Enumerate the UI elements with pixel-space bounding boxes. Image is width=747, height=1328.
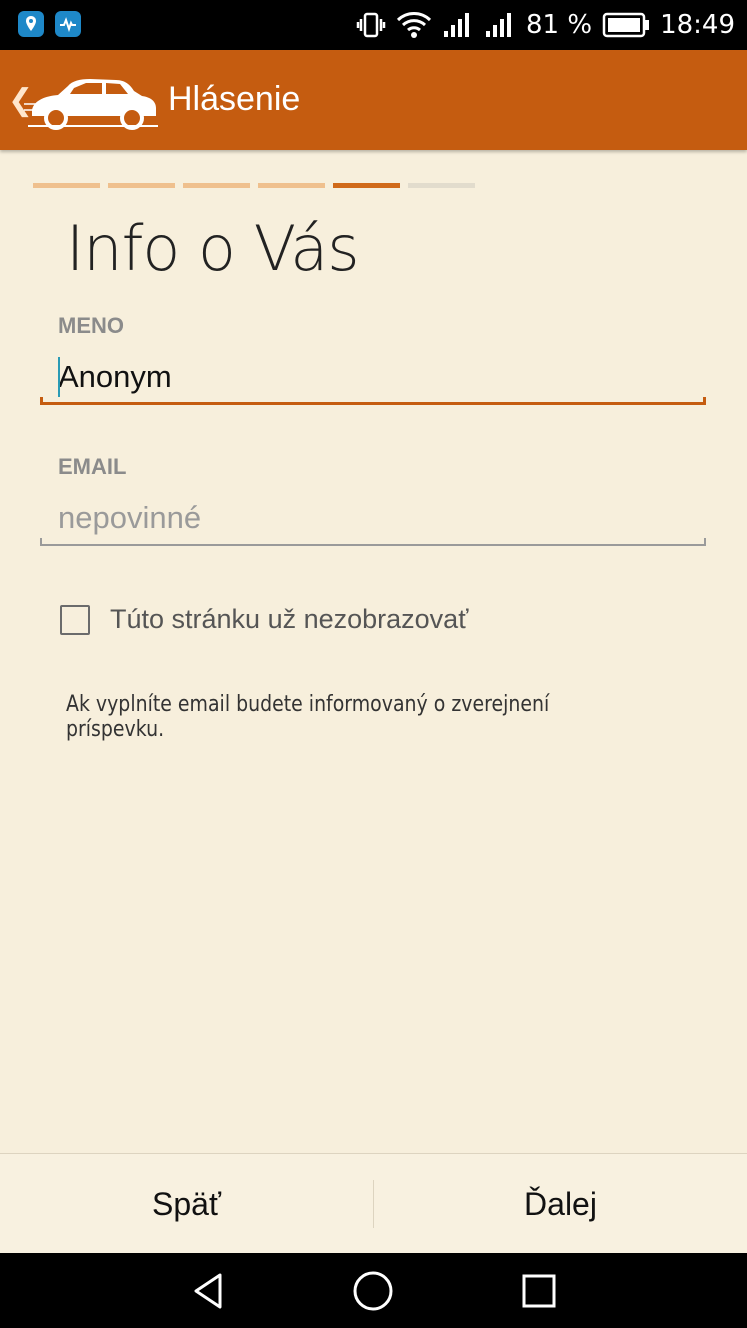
page-title: Info o Vás (66, 212, 360, 285)
signal-icon (444, 13, 469, 37)
name-input-underline (40, 397, 706, 405)
progress-step-current (333, 183, 400, 188)
progress-step (183, 183, 250, 188)
signal-icon (486, 13, 511, 37)
health-app-icon (55, 11, 81, 37)
status-bar: 81 % 18:49 (0, 0, 747, 50)
battery-icon (602, 12, 650, 38)
email-label: EMAIL (58, 454, 127, 479)
info-text: Ak vyplníte email budete informovaný o z… (66, 692, 550, 742)
back-triangle-icon[interactable] (163, 1253, 253, 1328)
clock: 18:49 (660, 10, 735, 40)
wifi-icon (396, 12, 432, 38)
home-circle-icon[interactable] (328, 1253, 418, 1328)
app-bar-title: Hlásenie (168, 80, 301, 118)
next-button[interactable]: Ďalej (374, 1154, 747, 1254)
email-input[interactable] (40, 493, 706, 543)
maps-app-icon (18, 11, 44, 37)
progress-step (408, 183, 475, 188)
bottom-actions: Späť Ďalej (0, 1153, 747, 1254)
system-nav-bar (0, 1253, 747, 1328)
recents-square-icon[interactable] (494, 1253, 584, 1328)
battery-percentage: 81 % (526, 10, 593, 40)
step-progress (33, 183, 475, 188)
text-cursor (58, 357, 60, 397)
progress-step (258, 183, 325, 188)
status-icons: 81 % 18:49 (356, 0, 735, 50)
dont-show-again-checkbox[interactable] (60, 604, 90, 635)
name-input[interactable] (40, 352, 706, 402)
dont-show-again-label[interactable]: Túto stránku už nezobrazovať (110, 604, 468, 635)
email-input-underline (40, 538, 706, 546)
dont-show-again-row[interactable]: Túto stránku už nezobrazovať (60, 604, 468, 635)
app-bar: ❮ Hlásenie (0, 50, 747, 150)
vibrate-icon (356, 12, 386, 38)
progress-step (33, 183, 100, 188)
progress-step (108, 183, 175, 188)
name-label: MENO (58, 313, 124, 338)
vintage-car-icon[interactable] (24, 64, 160, 134)
back-button[interactable]: Späť (0, 1154, 373, 1254)
